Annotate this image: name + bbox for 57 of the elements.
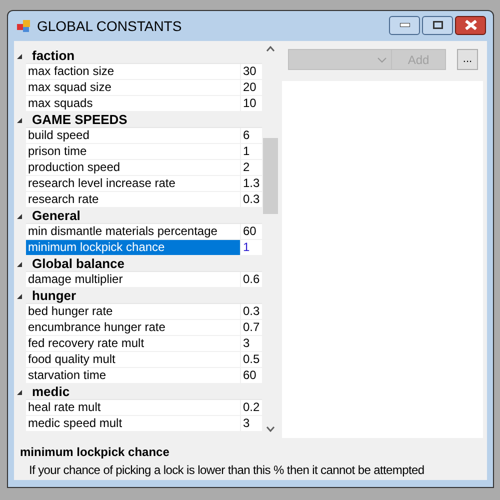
property-value[interactable]: 60 — [241, 224, 262, 240]
property-name[interactable]: max faction size — [26, 64, 241, 80]
category-header[interactable]: hunger — [26, 288, 262, 304]
property-name[interactable]: prison time — [26, 144, 241, 160]
app-icon — [17, 19, 31, 33]
close-icon — [464, 20, 476, 30]
minimize-button[interactable] — [389, 16, 420, 34]
property-name[interactable]: build speed — [26, 128, 241, 144]
property-name[interactable]: max squads — [26, 96, 241, 112]
category-header[interactable]: faction — [26, 48, 262, 64]
property-name[interactable]: research level increase rate — [26, 176, 241, 192]
close-button[interactable] — [455, 16, 486, 34]
property-name[interactable]: research rate — [26, 192, 241, 208]
property-name[interactable]: medic speed mult — [26, 416, 241, 432]
scrollbar-thumb[interactable] — [262, 138, 278, 214]
property-name[interactable]: production speed — [26, 160, 241, 176]
maximize-button[interactable] — [422, 16, 453, 34]
property-value[interactable]: 30 — [241, 64, 262, 80]
category-header[interactable]: Global balance — [26, 256, 262, 272]
property-name[interactable]: bed hunger rate — [26, 304, 241, 320]
description-title: minimum lockpick chance — [20, 444, 170, 461]
property-value[interactable]: 3 — [241, 416, 262, 432]
category-header[interactable]: General — [26, 208, 262, 224]
category-header[interactable]: medic — [26, 384, 262, 400]
window-title: GLOBAL CONSTANTS — [37, 16, 182, 36]
property-value[interactable]: 10 — [241, 96, 262, 112]
property-value[interactable]: 0.3 — [241, 304, 262, 320]
category-header[interactable]: GAME SPEEDS — [26, 112, 262, 128]
property-value[interactable]: 1 — [241, 240, 262, 256]
property-value[interactable]: 2 — [241, 160, 262, 176]
property-value[interactable]: 0.6 — [241, 272, 262, 288]
property-name[interactable]: encumbrance hunger rate — [26, 320, 241, 336]
property-name[interactable]: minimum lockpick chance — [26, 240, 241, 256]
scroll-down-icon[interactable] — [266, 426, 274, 432]
property-name[interactable]: heal rate mult — [26, 400, 241, 416]
property-value[interactable]: 0.7 — [241, 320, 262, 336]
property-name[interactable]: min dismantle materials percentage — [26, 224, 241, 240]
property-value[interactable]: 6 — [241, 128, 262, 144]
property-name[interactable]: max squad size — [26, 80, 241, 96]
property-name[interactable]: starvation time — [26, 368, 241, 384]
property-name[interactable]: food quality mult — [26, 352, 241, 368]
property-value[interactable]: 1.3 — [241, 176, 262, 192]
property-value[interactable]: 3 — [241, 336, 262, 352]
property-value[interactable]: 0.3 — [241, 192, 262, 208]
more-button[interactable]: ... — [457, 49, 478, 70]
property-value[interactable]: 0.2 — [241, 400, 262, 416]
property-value[interactable]: 0.5 — [241, 352, 262, 368]
property-value[interactable]: 60 — [241, 368, 262, 384]
minimize-icon — [400, 23, 410, 27]
property-value[interactable]: 1 — [241, 144, 262, 160]
description-text: If your chance of picking a lock is lower than this % then it cannot be attempted — [28, 462, 426, 479]
property-name[interactable]: damage multiplier — [26, 272, 241, 288]
property-value[interactable]: 20 — [241, 80, 262, 96]
property-name[interactable]: fed recovery rate mult — [26, 336, 241, 352]
scroll-up-icon[interactable] — [266, 46, 274, 52]
maximize-icon — [432, 21, 442, 29]
chevron-down-icon — [377, 56, 387, 62]
